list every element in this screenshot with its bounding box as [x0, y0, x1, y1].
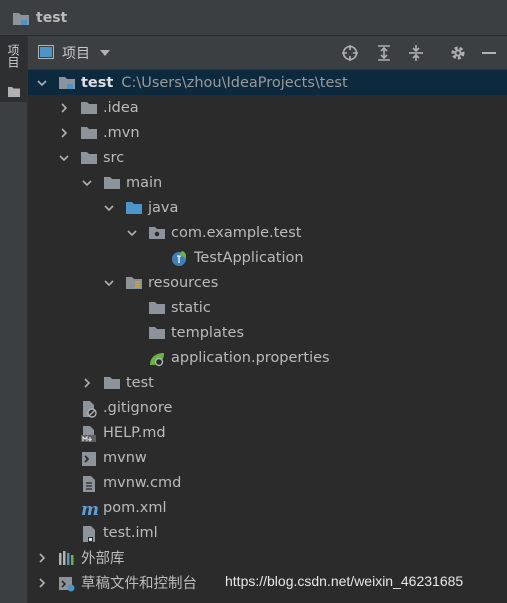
- collapse-all-icon: [409, 45, 423, 61]
- tree-item-test-application[interactable]: TestApplication: [28, 245, 507, 270]
- gitignore-file-icon: [80, 400, 98, 418]
- collapse-all-button[interactable]: [406, 43, 426, 63]
- chevron-right-icon[interactable]: [37, 552, 47, 563]
- chevron-down-icon: [100, 50, 110, 56]
- tree-item-label: pom.xml: [103, 499, 167, 516]
- locate-file-button[interactable]: [340, 43, 360, 63]
- tree-item-label: main: [126, 174, 163, 191]
- minimize-icon: [482, 52, 496, 54]
- folder-icon: [103, 375, 121, 391]
- tool-window-stripe: 项目: [0, 36, 28, 603]
- folder-icon: [80, 150, 98, 166]
- tree-item-label: test C:\Users\zhou\IdeaProjects\test: [81, 74, 348, 91]
- tree-item-label: java: [148, 199, 179, 216]
- tree-item-main[interactable]: main: [28, 170, 507, 195]
- tree-item-label: test.iml: [103, 524, 158, 541]
- tree-item-pom-xml[interactable]: m pom.xml: [28, 495, 507, 520]
- tree-item-label: HELP.md: [103, 424, 166, 441]
- chevron-right-icon[interactable]: [59, 102, 69, 113]
- view-selector[interactable]: 项目: [38, 43, 110, 63]
- tree-item-test-folder[interactable]: test: [28, 370, 507, 395]
- markdown-file-icon: [80, 425, 98, 442]
- shell-script-icon: [80, 450, 98, 466]
- settings-button[interactable]: [448, 43, 468, 63]
- module-folder-icon: [58, 75, 76, 91]
- tree-item-gitignore[interactable]: .gitignore: [28, 395, 507, 420]
- project-path: C:\Users\zhou\IdeaProjects\test: [121, 74, 348, 91]
- view-selector-label: 项目: [62, 46, 90, 62]
- folder-icon: [80, 125, 98, 141]
- chevron-right-icon[interactable]: [82, 377, 92, 388]
- tree-item-label: src: [103, 149, 125, 166]
- tree-item-static[interactable]: static: [28, 295, 507, 320]
- tree-item-label: .gitignore: [103, 399, 173, 416]
- tree-item-label: 草稿文件和控制台: [81, 576, 197, 592]
- tree-item-label: .idea: [103, 99, 139, 116]
- project-tab-label: 项目: [6, 44, 20, 68]
- spring-boot-class-icon: [171, 250, 189, 266]
- chevron-right-icon[interactable]: [37, 577, 47, 588]
- maven-icon: m: [80, 500, 99, 520]
- expand-all-button[interactable]: [374, 43, 394, 63]
- project-tool-window-tab[interactable]: 项目: [0, 36, 27, 102]
- folder-icon: [148, 325, 166, 341]
- gear-icon: [451, 46, 465, 60]
- chevron-down-icon[interactable]: [104, 203, 114, 213]
- tree-item-label: TestApplication: [194, 249, 304, 266]
- tree-item-label: .mvn: [103, 124, 140, 141]
- chevron-down-icon[interactable]: [82, 178, 92, 188]
- package-icon: [148, 225, 166, 241]
- tree-item-label: test: [126, 374, 154, 391]
- project-toolbar: 项目: [28, 36, 507, 70]
- tree-item-label: static: [171, 299, 211, 316]
- breadcrumb-project[interactable]: test: [36, 10, 67, 26]
- folder-icon: [80, 100, 98, 116]
- tree-item-label: mvnw: [103, 449, 147, 466]
- spring-properties-icon: [148, 350, 166, 366]
- crosshair-icon: [342, 45, 358, 61]
- tree-item-resources[interactable]: resources: [28, 270, 507, 295]
- folder-icon: [148, 300, 166, 316]
- folder-icon: [8, 82, 20, 101]
- chevron-down-icon[interactable]: [127, 228, 137, 238]
- tree-item-label: resources: [148, 274, 219, 291]
- tree-item-package[interactable]: com.example.test: [28, 220, 507, 245]
- folder-icon: [103, 175, 121, 191]
- tree-item-project-root[interactable]: test C:\Users\zhou\IdeaProjects\test: [28, 70, 507, 95]
- tree-item-label: application.properties: [171, 349, 330, 366]
- project-view-icon: [38, 44, 54, 63]
- tree-item-idea[interactable]: .idea: [28, 95, 507, 120]
- module-folder-icon: [12, 11, 30, 25]
- watermark-text: https://blog.csdn.net/weixin_46231685: [225, 573, 464, 589]
- external-libraries-icon: [58, 550, 76, 566]
- chevron-down-icon[interactable]: [104, 278, 114, 288]
- chevron-right-icon[interactable]: [59, 127, 69, 138]
- tree-item-label: com.example.test: [171, 224, 302, 241]
- tree-item-java[interactable]: java: [28, 195, 507, 220]
- expand-all-icon: [378, 45, 390, 61]
- tree-item-application-properties[interactable]: application.properties: [28, 345, 507, 370]
- hide-button[interactable]: [479, 43, 499, 63]
- chevron-down-icon[interactable]: [59, 153, 69, 163]
- tree-item-external-libraries[interactable]: 外部库: [28, 545, 507, 570]
- iml-file-icon: [80, 525, 98, 542]
- source-folder-icon: [125, 200, 143, 216]
- tree-item-mvnw[interactable]: mvnw: [28, 445, 507, 470]
- resources-folder-icon: [125, 275, 143, 291]
- scratches-icon: [58, 575, 76, 591]
- tree-item-mvnw-cmd[interactable]: mvnw.cmd: [28, 470, 507, 495]
- tree-item-templates[interactable]: templates: [28, 320, 507, 345]
- tree-item-test-iml[interactable]: test.iml: [28, 520, 507, 545]
- tree-item-src[interactable]: src: [28, 145, 507, 170]
- navigation-bar: test: [0, 0, 507, 36]
- project-tree: test C:\Users\zhou\IdeaProjects\test .ide…: [28, 70, 507, 603]
- svg-text:m: m: [81, 500, 99, 518]
- tree-item-label: mvnw.cmd: [103, 474, 182, 491]
- text-file-icon: [80, 475, 98, 492]
- tree-item-mvn[interactable]: .mvn: [28, 120, 507, 145]
- tree-item-help-md[interactable]: HELP.md: [28, 420, 507, 445]
- chevron-down-icon[interactable]: [37, 78, 47, 88]
- tree-item-label: templates: [171, 324, 245, 341]
- tree-item-label: 外部库: [81, 551, 125, 567]
